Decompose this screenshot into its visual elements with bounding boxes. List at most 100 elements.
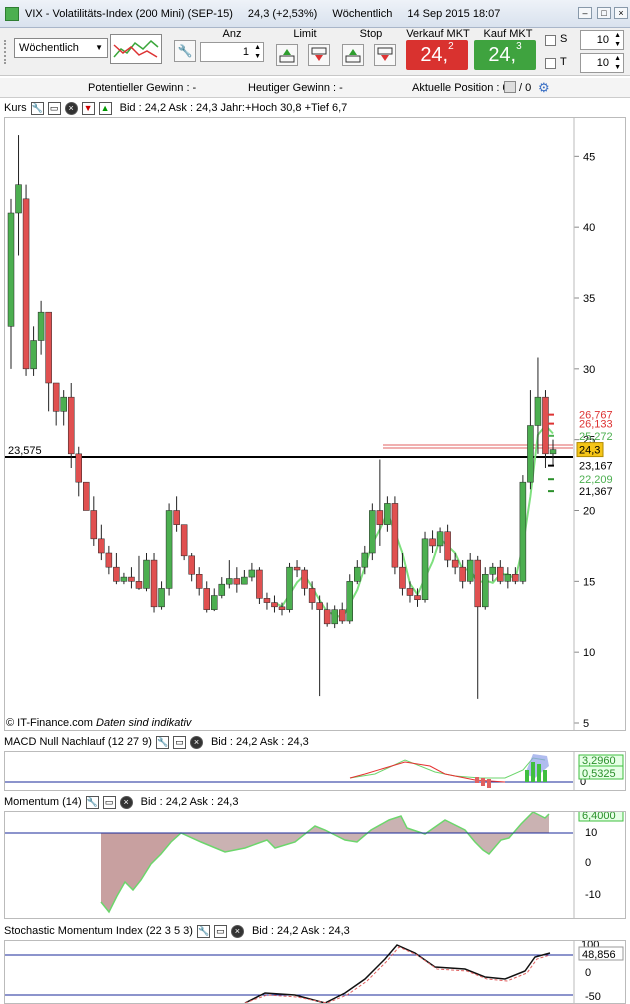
maximize-icon[interactable]: □ [597, 7, 611, 19]
wrench-icon[interactable]: 🔧 [30, 101, 44, 115]
chart-type-button[interactable] [110, 34, 162, 64]
candle[interactable] [421, 538, 429, 601]
stoch-panel[interactable]: 100 48,856 0 -50 [4, 939, 626, 1004]
gear-icon[interactable]: ⚙ [538, 80, 550, 96]
candle[interactable] [90, 510, 98, 540]
candle[interactable] [278, 606, 286, 610]
candle[interactable] [98, 538, 105, 554]
candle[interactable] [534, 396, 542, 426]
candle[interactable] [391, 503, 399, 568]
candle[interactable] [436, 531, 444, 547]
arrow-up-icon[interactable]: ▲ [98, 101, 112, 115]
candle[interactable] [128, 576, 135, 582]
wrench-icon[interactable]: 🔧 [155, 735, 169, 749]
candle[interactable] [293, 566, 301, 571]
candle[interactable] [7, 212, 15, 327]
candle[interactable] [474, 559, 481, 608]
candle[interactable] [158, 588, 165, 608]
stop-buy-button[interactable] [342, 44, 364, 66]
s-stepper[interactable]: 10 ▲ ▼ [580, 30, 624, 50]
candle[interactable] [504, 574, 512, 582]
candle[interactable] [15, 184, 22, 214]
candle[interactable] [451, 559, 459, 568]
candle[interactable] [173, 510, 180, 525]
candle[interactable] [542, 396, 549, 455]
candle[interactable] [361, 552, 369, 568]
arrow-down-icon[interactable]: ▼ [81, 101, 95, 115]
candle[interactable] [195, 574, 203, 589]
wrench-icon[interactable]: 🔧 [174, 40, 196, 62]
window-icon[interactable]: ▭ [172, 735, 186, 749]
macd-panel[interactable]: 2 0 3,2960 0,5325 [4, 751, 626, 791]
candle[interactable] [527, 425, 534, 483]
candle[interactable] [120, 576, 128, 582]
t-stepper[interactable]: 10 ▲ ▼ [580, 53, 624, 73]
limit-sell-button[interactable] [308, 44, 330, 66]
candle[interactable] [399, 566, 406, 589]
candle[interactable] [105, 552, 113, 568]
close-icon[interactable]: × [614, 7, 628, 19]
window-icon[interactable]: ▭ [213, 924, 227, 938]
candle[interactable] [346, 581, 353, 622]
close-icon[interactable]: × [230, 924, 244, 938]
candle[interactable] [338, 609, 346, 622]
stop-sell-button[interactable] [374, 44, 396, 66]
candle[interactable] [218, 583, 226, 596]
candle[interactable] [60, 396, 67, 412]
candle[interactable] [316, 602, 323, 610]
candle[interactable] [331, 609, 338, 625]
candle[interactable] [211, 595, 218, 610]
candle[interactable] [248, 569, 256, 578]
momentum-chart[interactable]: 6,4000 10 0 -10 [5, 807, 625, 918]
spin-arrows-icon[interactable]: ▲ ▼ [614, 54, 621, 72]
candle[interactable] [263, 598, 271, 603]
spin-arrows-icon[interactable]: ▲ ▼ [614, 31, 621, 49]
candle[interactable] [459, 566, 466, 582]
candle[interactable] [497, 566, 504, 582]
candle[interactable] [22, 198, 30, 370]
candle[interactable] [113, 566, 120, 582]
interval-select[interactable]: Wöchentlich ▼ [14, 38, 108, 58]
candle[interactable] [143, 559, 150, 589]
sell-market-button[interactable]: 24,2 [406, 40, 468, 70]
candle[interactable] [549, 449, 557, 455]
candle[interactable] [301, 569, 308, 589]
limit-buy-button[interactable] [276, 44, 298, 66]
close-icon[interactable]: × [119, 795, 133, 809]
t-checkbox[interactable] [545, 58, 556, 69]
candle[interactable] [180, 524, 188, 557]
candle[interactable] [466, 559, 474, 582]
spin-arrows-icon[interactable]: ▲ ▼ [254, 43, 261, 61]
candle[interactable] [444, 531, 451, 561]
momentum-panel[interactable]: 6,4000 10 0 -10 [4, 807, 626, 919]
candle[interactable] [52, 382, 60, 412]
candle[interactable] [369, 510, 376, 554]
candle[interactable] [83, 481, 90, 511]
candle[interactable] [45, 311, 52, 384]
minimize-icon[interactable]: – [578, 7, 592, 19]
candle[interactable] [37, 311, 45, 341]
candle[interactable] [67, 396, 75, 455]
candle[interactable] [165, 510, 173, 589]
candle[interactable] [30, 340, 37, 370]
candle[interactable] [203, 588, 210, 610]
candle[interactable] [429, 538, 436, 547]
window-icon[interactable]: ▭ [47, 101, 61, 115]
candle[interactable] [489, 566, 497, 575]
close-icon[interactable]: × [64, 101, 78, 115]
candle[interactable] [512, 574, 519, 582]
wrench-icon[interactable]: 🔧 [85, 795, 99, 809]
candle[interactable] [256, 569, 263, 599]
candle[interactable] [241, 576, 248, 585]
candle[interactable] [286, 566, 293, 610]
toolbar-grip[interactable] [4, 40, 10, 64]
price-chart-panel[interactable]: 45 40 35 30 25 20 15 10 5 23,575 26,767 26,133 25,… [4, 117, 626, 731]
candle[interactable] [226, 578, 233, 585]
candle[interactable] [519, 481, 527, 582]
close-icon[interactable]: × [189, 735, 203, 749]
quantity-stepper[interactable]: 1 ▲ ▼ [200, 42, 264, 62]
candle[interactable] [354, 566, 361, 582]
candle[interactable] [482, 574, 489, 608]
wrench-icon[interactable]: 🔧 [196, 924, 210, 938]
price-chart[interactable]: 45403530252015105 23,575 26,76726,13325,… [5, 118, 625, 730]
